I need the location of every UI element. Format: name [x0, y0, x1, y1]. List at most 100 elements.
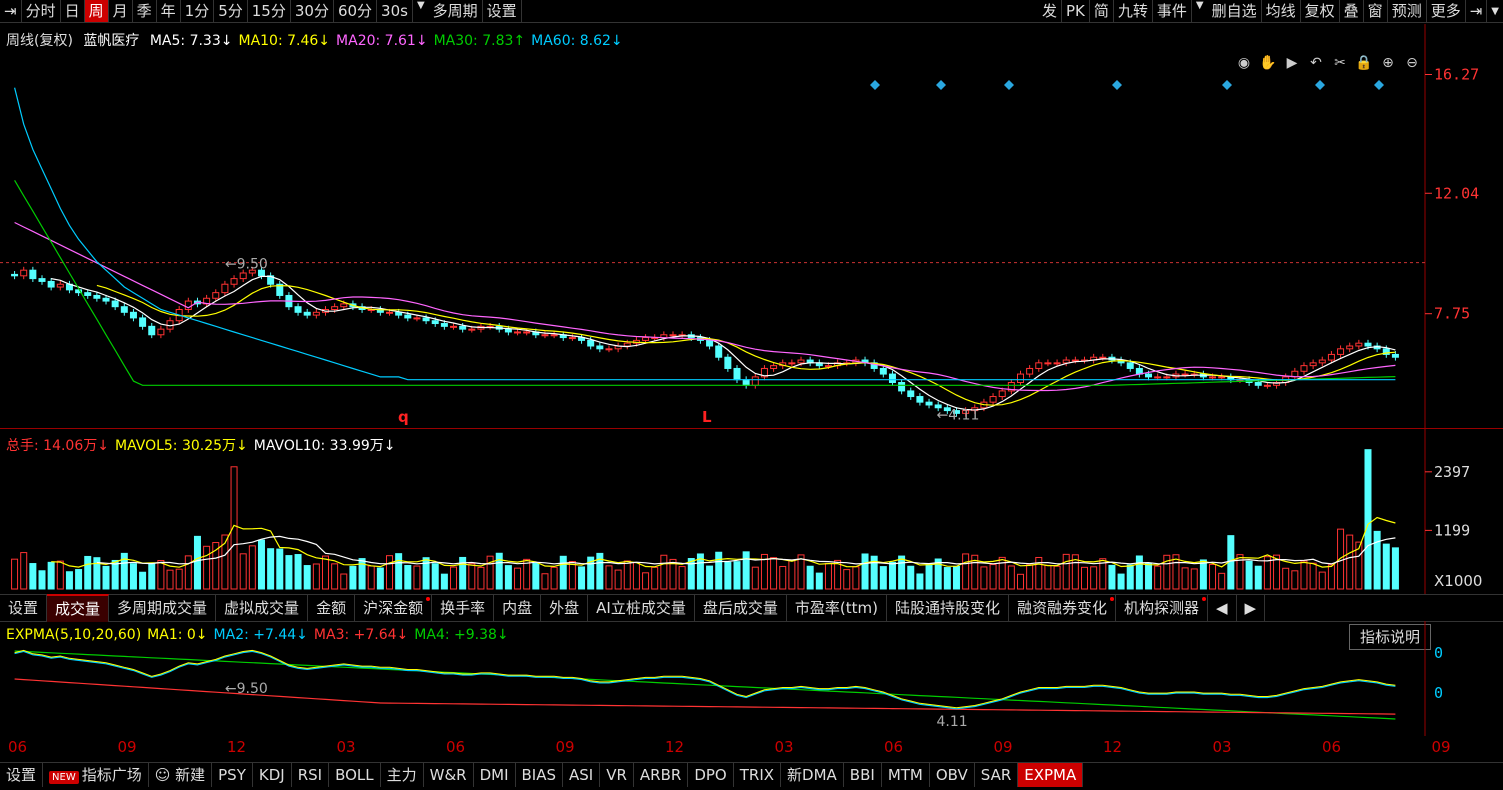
bottom-btn-2[interactable]: ☺ 新建: [149, 763, 213, 787]
volume-bar: [11, 558, 19, 590]
tab-scroll-left-icon[interactable]: ◀: [1208, 595, 1237, 621]
tab-7[interactable]: 内盘: [494, 595, 542, 621]
candle-body: [230, 278, 238, 285]
period-btn-2[interactable]: 周: [84, 0, 109, 22]
tool-btn-5[interactable]: 删自选: [1208, 0, 1262, 22]
volume-bar: [925, 563, 933, 590]
bottom-btn-3[interactable]: PSY: [212, 763, 253, 787]
tool-btn-9[interactable]: 窗: [1364, 0, 1388, 22]
tab-2[interactable]: 多周期成交量: [109, 595, 217, 621]
volume-bar: [267, 548, 275, 590]
period-btn-7[interactable]: 5分: [214, 0, 248, 22]
period-btn-11[interactable]: 30s: [377, 0, 413, 22]
candle-body: [989, 396, 997, 403]
expma-chart[interactable]: 0 0 ←9.50 4.11: [0, 621, 1503, 736]
volume-bar: [907, 565, 915, 590]
bottom-btn-0[interactable]: 设置: [0, 763, 44, 787]
bottom-btn-6[interactable]: BOLL: [329, 763, 381, 787]
x-tick-label: 12: [665, 738, 685, 756]
bottom-btn-12[interactable]: VR: [600, 763, 634, 787]
tool-btn-1[interactable]: PK: [1062, 0, 1090, 22]
bottom-btn-18[interactable]: MTM: [882, 763, 930, 787]
period-btn-12[interactable]: 多周期: [429, 0, 483, 22]
volume-bar: [1154, 565, 1162, 590]
volume-bar: [660, 554, 668, 590]
candle-body: [29, 269, 37, 280]
bottom-btn-16[interactable]: 新DMA: [781, 763, 844, 787]
bottom-btn-14[interactable]: DPO: [688, 763, 734, 787]
bottom-btn-8[interactable]: W&R: [424, 763, 474, 787]
candle-body: [212, 292, 220, 299]
tool-btn-10[interactable]: 预测: [1388, 0, 1427, 22]
x-tick-label: 09: [555, 738, 575, 756]
period-btn-4[interactable]: 季: [133, 0, 157, 22]
bottom-btn-1[interactable]: NEW 指标广场: [43, 763, 149, 787]
period-btn-13[interactable]: 设置: [483, 0, 522, 22]
tool-btn-3[interactable]: 九转: [1114, 0, 1153, 22]
tool-btn-11[interactable]: 更多: [1427, 0, 1466, 22]
period-btn-8[interactable]: 15分: [248, 0, 291, 22]
bottom-btn-11[interactable]: ASI: [563, 763, 601, 787]
tool-btn-2[interactable]: 简: [1090, 0, 1114, 22]
bottom-btn-17[interactable]: BBI: [844, 763, 882, 787]
candle-body: [523, 331, 531, 334]
tab-13[interactable]: 融资融券变化: [1009, 595, 1116, 621]
candle-body: [587, 339, 595, 347]
candle-body: [605, 348, 613, 351]
tab-4[interactable]: 金额: [308, 595, 356, 621]
tab-1[interactable]: 成交量: [47, 594, 110, 622]
volume-bar: [1108, 564, 1116, 590]
period-btn-5[interactable]: 年: [157, 0, 181, 22]
bottom-btn-20[interactable]: SAR: [975, 763, 1019, 787]
period-btn-10[interactable]: 60分: [334, 0, 378, 22]
candle-body: [1044, 362, 1052, 365]
tool-btn-6[interactable]: 均线: [1262, 0, 1301, 22]
volume-chart[interactable]: 2397 1199 X1000: [0, 429, 1503, 595]
tab-3[interactable]: 虚拟成交量: [216, 595, 309, 621]
bottom-btn-10[interactable]: BIAS: [516, 763, 564, 787]
tab-12[interactable]: 陆股通持股变化: [887, 595, 1009, 621]
bottom-btn-label: EXPMA: [1024, 766, 1077, 784]
bottom-btn-21[interactable]: EXPMA: [1018, 763, 1084, 787]
tool-btn-8[interactable]: 叠: [1340, 0, 1364, 22]
candle-body: [715, 345, 723, 358]
bottom-btn-7[interactable]: 主力: [381, 763, 424, 787]
period-btn-1[interactable]: 日: [61, 0, 85, 22]
x-tick-label: 06: [8, 738, 28, 756]
high-annotation: ←9.50: [225, 257, 268, 273]
collapse-left-icon[interactable]: ⇥: [0, 0, 22, 22]
period-btn-9[interactable]: 30分: [291, 0, 334, 22]
price-chart[interactable]: 16.27 12.04 7.75 ←9.50 ←4.11 q L: [0, 24, 1503, 428]
tool-btn-0[interactable]: 发: [1038, 0, 1062, 22]
period-btn-3[interactable]: 月: [109, 0, 133, 22]
tab-11[interactable]: 市盈率(ttm): [787, 595, 887, 621]
period-btn-6[interactable]: 1分: [181, 0, 215, 22]
chevron-down-icon[interactable]: ▼: [413, 0, 429, 22]
bottom-btn-label: W&R: [429, 766, 467, 784]
chevron-down-icon[interactable]: ▼: [1487, 6, 1503, 17]
volume-bar: [541, 573, 549, 590]
bottom-btn-5[interactable]: RSI: [292, 763, 330, 787]
tab-0[interactable]: 设置: [0, 595, 48, 621]
bottom-btn-15[interactable]: TRIX: [734, 763, 782, 787]
tab-6[interactable]: 换手率: [432, 595, 495, 621]
bottom-btn-19[interactable]: OBV: [930, 763, 975, 787]
tab-14[interactable]: 机构探测器: [1116, 595, 1208, 621]
collapse-right-icon[interactable]: ⇥: [1466, 0, 1488, 22]
bottom-btn-13[interactable]: ARBR: [634, 763, 689, 787]
period-btn-0[interactable]: 分时: [22, 0, 61, 22]
volume-bar: [38, 570, 46, 590]
bottom-btn-4[interactable]: KDJ: [253, 763, 292, 787]
tool-btn-4[interactable]: 事件: [1153, 0, 1192, 22]
period-buttons: 分时日周月季年 1分 5分 15分 30分 60分 30s ▼ 多周期 设置: [22, 0, 522, 22]
tab-8[interactable]: 外盘: [541, 595, 589, 621]
volume-bar: [1300, 560, 1308, 590]
chevron-down-icon[interactable]: ▼: [1192, 0, 1208, 22]
candle-body: [504, 328, 512, 333]
tab-9[interactable]: AI立桩成交量: [588, 595, 695, 621]
tool-btn-7[interactable]: 复权: [1301, 0, 1340, 22]
tab-scroll-right-icon[interactable]: ▶: [1237, 595, 1266, 621]
tab-5[interactable]: 沪深金额: [355, 595, 433, 621]
tab-10[interactable]: 盘后成交量: [695, 595, 787, 621]
bottom-btn-9[interactable]: DMI: [474, 763, 516, 787]
